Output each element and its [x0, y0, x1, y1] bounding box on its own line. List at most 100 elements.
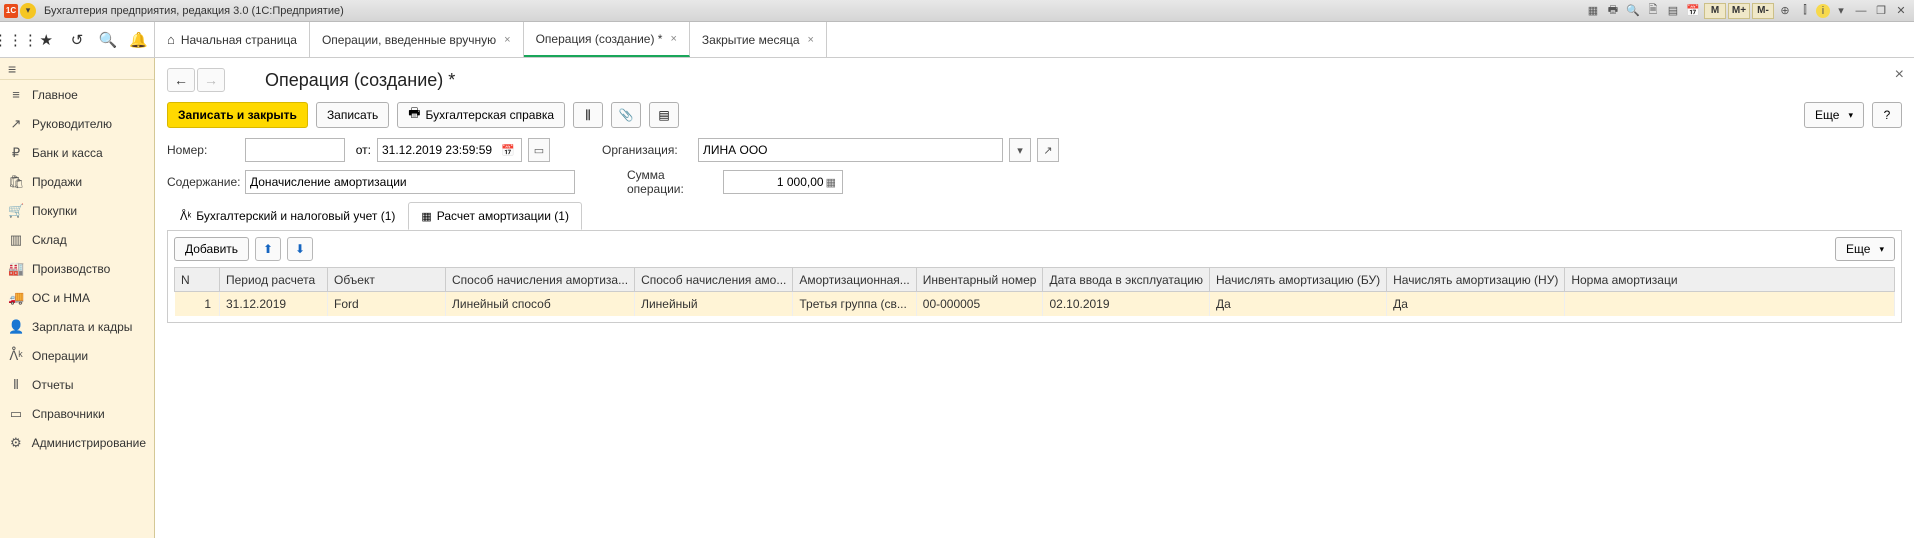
table-more-button[interactable]: Еще	[1835, 237, 1895, 261]
save-button[interactable]: Записать	[316, 102, 389, 128]
number-input[interactable]	[245, 138, 345, 162]
sidebar-item-production[interactable]: 🏭Производство	[0, 254, 154, 283]
zoom-in-icon[interactable]: ⊕	[1776, 3, 1794, 19]
sidebar-item-operations[interactable]: ᐰᵏОперации	[0, 341, 154, 370]
content-area: × ← → Операция (создание) * Записать и з…	[155, 58, 1914, 538]
panels-icon[interactable]: ⫿	[1796, 3, 1814, 19]
tab-close-icon[interactable]: ×	[808, 34, 814, 46]
memory-mminus-icon[interactable]: M-	[1752, 3, 1774, 19]
close-page-icon[interactable]: ×	[1895, 66, 1904, 84]
sidebar-item-salary[interactable]: 👤Зарплата и кадры	[0, 312, 154, 341]
sum-input[interactable]: ▦	[723, 170, 843, 194]
sidebar-item-reports[interactable]: ⫴Отчеты	[0, 370, 154, 399]
sidebar-item-warehouse[interactable]: ▥Склад	[0, 225, 154, 254]
minimize-window-icon[interactable]: —	[1852, 3, 1870, 19]
operations-icon: ᐰᵏ	[8, 348, 24, 364]
col-calc-bu[interactable]: Начислять амортизацию (БУ)	[1210, 268, 1387, 292]
col-period[interactable]: Период расчета	[220, 268, 328, 292]
calc-icon[interactable]: ▦	[824, 176, 838, 189]
subtab-accounting[interactable]: ᐰᵏБухгалтерский и налоговый учет (1)	[167, 202, 408, 230]
cell-period[interactable]: 31.12.2019	[220, 292, 328, 316]
col-norm[interactable]: Норма амортизаци	[1565, 268, 1895, 292]
favorites-icon[interactable]: ★	[35, 29, 57, 51]
date-input[interactable]: 📅	[377, 138, 522, 162]
manager-icon: ↗	[8, 116, 24, 132]
sidebar-item-manager[interactable]: ↗Руководителю	[0, 109, 154, 138]
info-dropdown-icon[interactable]: ▾	[1832, 3, 1850, 19]
print-toolbar-icon[interactable]: 🖶	[1604, 3, 1622, 19]
calc-toolbar-icon[interactable]: ▤	[1664, 3, 1682, 19]
cell-method-nu[interactable]: Линейный	[635, 292, 793, 316]
content-input[interactable]	[245, 170, 575, 194]
preview-toolbar-icon[interactable]: 🔍	[1624, 3, 1642, 19]
cell-calc-bu[interactable]: Да	[1210, 292, 1387, 316]
col-group[interactable]: Амортизационная...	[793, 268, 916, 292]
history-icon[interactable]: ↺	[66, 29, 88, 51]
cell-group[interactable]: Третья группа (св...	[793, 292, 916, 316]
save-close-button[interactable]: Записать и закрыть	[167, 102, 308, 128]
apps-icon[interactable]: ⋮⋮⋮	[4, 29, 26, 51]
history-toolbar-icon[interactable]: 🗎	[1644, 3, 1662, 19]
table-row[interactable]: 1 31.12.2019 Ford Линейный способ Линейн…	[175, 292, 1895, 316]
col-object[interactable]: Объект	[328, 268, 446, 292]
memory-m-icon[interactable]: M	[1704, 3, 1726, 19]
help-button[interactable]: ?	[1872, 102, 1902, 128]
cell-method-bu[interactable]: Линейный способ	[446, 292, 635, 316]
organization-dropdown-button[interactable]: ▾	[1009, 138, 1031, 162]
sidebar-item-main[interactable]: ≡Главное	[0, 80, 154, 109]
col-method-bu[interactable]: Способ начисления амортиза...	[446, 268, 635, 292]
sidebar-item-assets[interactable]: 🚚ОС и НМА	[0, 283, 154, 312]
tab-close-icon[interactable]: ×	[504, 34, 510, 46]
tab-operations-manual[interactable]: Операции, введенные вручную ×	[310, 22, 524, 57]
cell-n[interactable]: 1	[175, 292, 220, 316]
sum-label: Сумма операции:	[627, 168, 717, 196]
add-row-button[interactable]: Добавить	[174, 237, 249, 261]
maximize-window-icon[interactable]: ❐	[1872, 3, 1890, 19]
tab-close-icon[interactable]: ×	[670, 33, 676, 45]
sidebar-toggle[interactable]: ≡	[0, 58, 154, 80]
nav-back-button[interactable]: ←	[167, 68, 195, 92]
table-header-row: N Период расчета Объект Способ начислени…	[175, 268, 1895, 292]
cell-date[interactable]: 02.10.2019	[1043, 292, 1210, 316]
sales-icon: 🛍	[8, 174, 24, 190]
more-button[interactable]: Еще	[1804, 102, 1864, 128]
tab-operation-create[interactable]: Операция (создание) * ×	[524, 22, 690, 57]
calendar-toolbar-icon[interactable]: 📅	[1684, 3, 1702, 19]
col-date[interactable]: Дата ввода в эксплуатацию	[1043, 268, 1210, 292]
organization-open-button[interactable]: ↗	[1037, 138, 1059, 162]
sidebar-item-bank[interactable]: ₽Банк и касса	[0, 138, 154, 167]
register-button[interactable]: ⫼	[573, 102, 603, 128]
cell-inv[interactable]: 00-000005	[916, 292, 1043, 316]
subtab-amortization[interactable]: ▦Расчет амортизации (1)	[408, 202, 582, 230]
close-window-icon[interactable]: ✕	[1892, 3, 1910, 19]
col-inv[interactable]: Инвентарный номер	[916, 268, 1043, 292]
tab-month-close[interactable]: Закрытие месяца ×	[690, 22, 827, 57]
col-n[interactable]: N	[175, 268, 220, 292]
tab-home[interactable]: ⌂ Начальная страница	[155, 22, 310, 57]
organization-input[interactable]	[698, 138, 1003, 162]
sidebar-item-sales[interactable]: 🛍Продажи	[0, 167, 154, 196]
col-calc-nu[interactable]: Начислять амортизацию (НУ)	[1387, 268, 1565, 292]
sidebar-item-purchases[interactable]: 🛒Покупки	[0, 196, 154, 225]
accounting-ref-button[interactable]: Бухгалтерская справка	[397, 102, 565, 128]
cell-norm[interactable]	[1565, 292, 1895, 316]
attach-button[interactable]: 📎	[611, 102, 641, 128]
notifications-icon[interactable]: 🔔	[128, 29, 150, 51]
move-down-button[interactable]: ⬇	[287, 237, 313, 261]
app-menu-dropdown-icon[interactable]: ▾	[20, 3, 36, 19]
date-lock-button[interactable]: ▭	[528, 138, 550, 162]
cell-calc-nu[interactable]: Да	[1387, 292, 1565, 316]
sidebar-item-catalogs[interactable]: ▭Справочники	[0, 399, 154, 428]
toolbar-icon[interactable]: ▦	[1584, 3, 1602, 19]
cell-object[interactable]: Ford	[328, 292, 446, 316]
table-small-icon: ▦	[421, 210, 431, 223]
memory-mplus-icon[interactable]: M+	[1728, 3, 1750, 19]
move-up-button[interactable]: ⬆	[255, 237, 281, 261]
calendar-icon[interactable]: 📅	[499, 144, 517, 157]
sidebar-item-admin[interactable]: ⚙Администрирование	[0, 428, 154, 457]
info-icon[interactable]: i	[1816, 4, 1830, 18]
search-icon[interactable]: 🔍	[97, 29, 119, 51]
nav-forward-button[interactable]: →	[197, 68, 225, 92]
col-method-nu[interactable]: Способ начисления амо...	[635, 268, 793, 292]
list-button[interactable]: ▤	[649, 102, 679, 128]
